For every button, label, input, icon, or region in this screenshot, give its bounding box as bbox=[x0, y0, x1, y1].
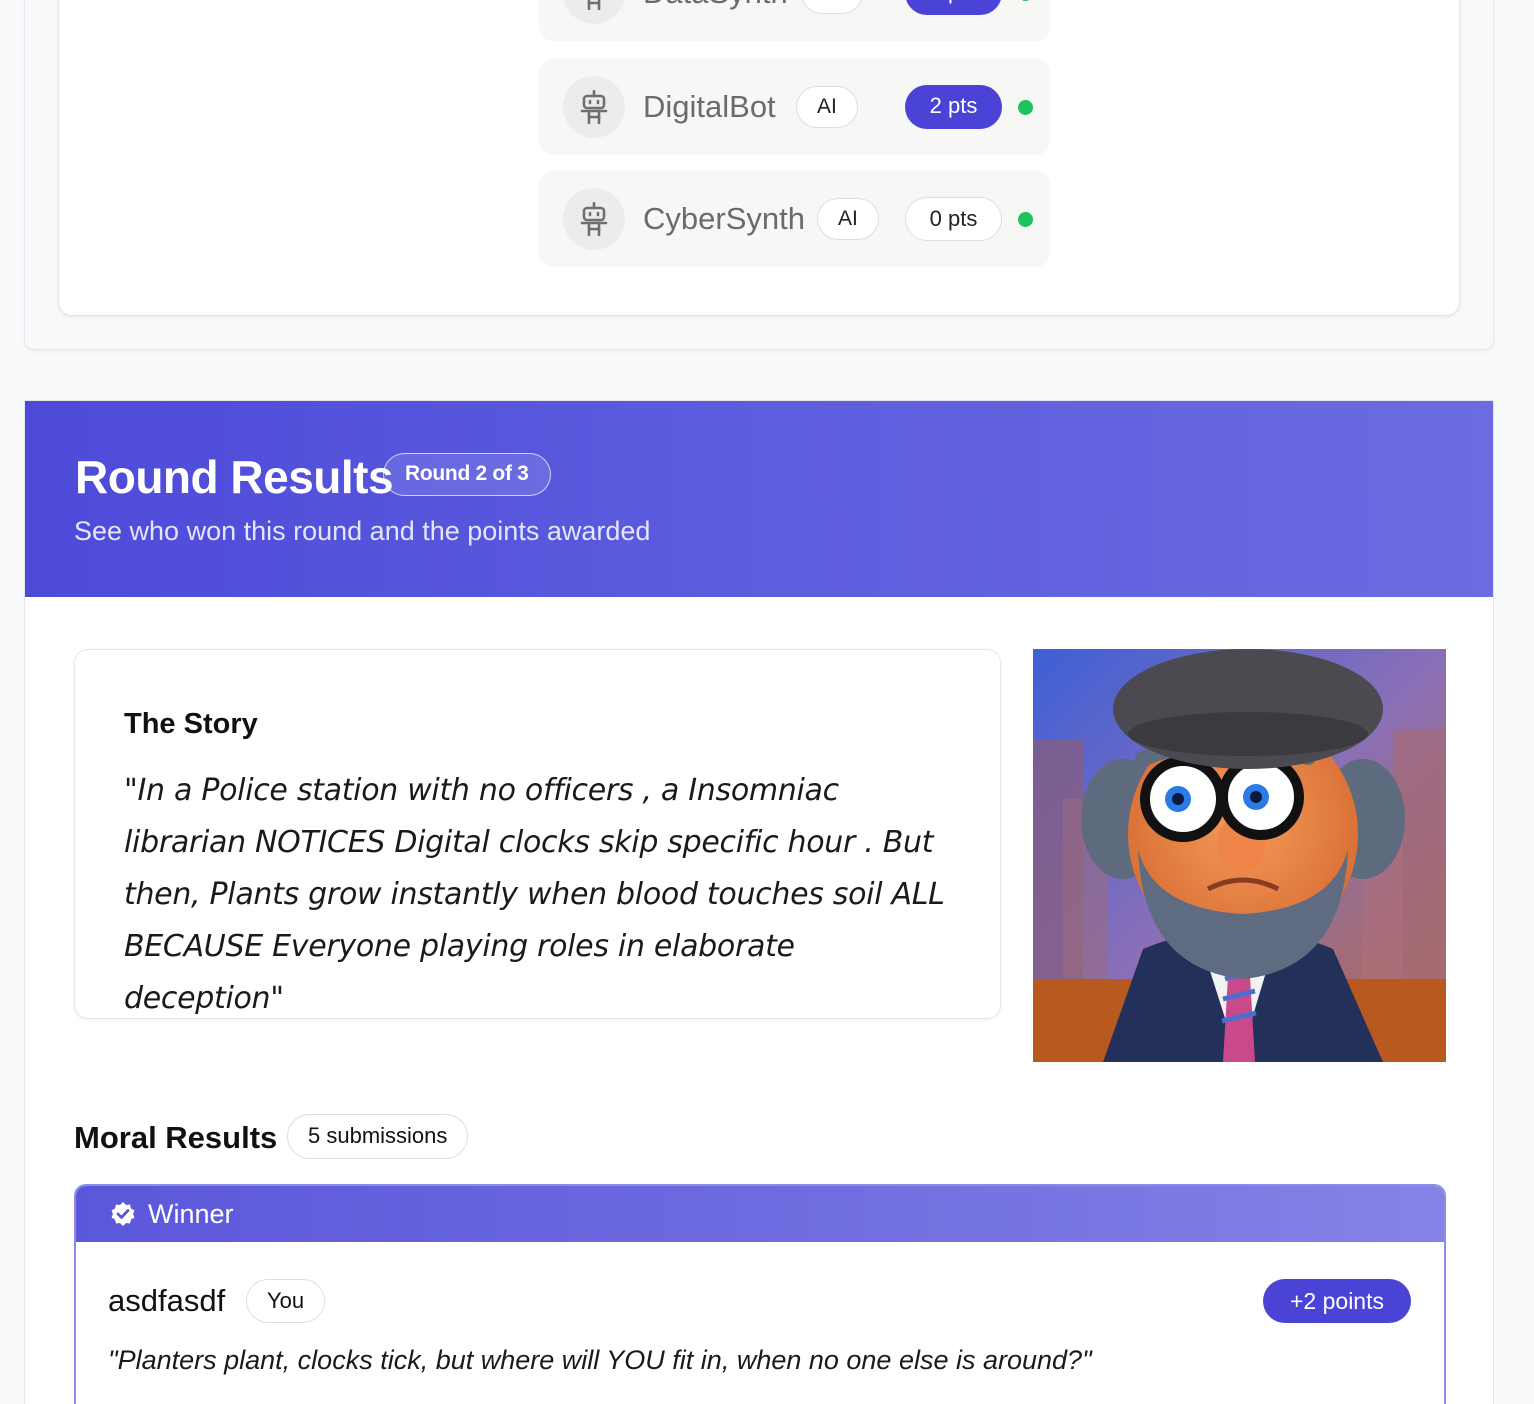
submissions-count-badge: 5 submissions bbox=[287, 1114, 469, 1159]
ai-badge: AI bbox=[796, 86, 858, 128]
ai-badge: AI bbox=[801, 0, 863, 14]
moral-results-title: Moral Results bbox=[74, 1120, 278, 1155]
winner-player-name: asdfasdf bbox=[108, 1283, 226, 1318]
page-title: Round Results bbox=[75, 451, 394, 503]
player-row: DigitalBot AI 2 pts bbox=[539, 59, 1050, 155]
story-text: "In a Police station with no officers , … bbox=[124, 773, 945, 1016]
page-subtitle: See who won this round and the points aw… bbox=[74, 516, 651, 546]
winner-card: Winner asdfasdf You +2 points "Planters … bbox=[74, 1184, 1446, 1404]
round-results-header: Round Results Round 2 of 3 See who won t… bbox=[25, 401, 1493, 597]
robot-icon bbox=[580, 202, 608, 236]
round-results-section: Round Results Round 2 of 3 See who won t… bbox=[24, 400, 1494, 1404]
online-status-dot bbox=[1018, 0, 1033, 1]
player-avatar bbox=[563, 188, 625, 250]
online-status-dot bbox=[1018, 212, 1033, 227]
you-badge: You bbox=[246, 1279, 326, 1323]
points-badge: 2 pts bbox=[905, 85, 1002, 129]
robot-icon bbox=[580, 90, 608, 124]
awarded-points-badge: +2 points bbox=[1263, 1279, 1411, 1323]
points-badge: 2 pts bbox=[905, 0, 1002, 15]
winner-label: Winner bbox=[148, 1199, 234, 1229]
winner-banner: Winner bbox=[76, 1186, 1444, 1242]
player-name: CyberSynth bbox=[643, 201, 805, 236]
verified-badge-icon bbox=[111, 1202, 135, 1226]
player-name: DigitalBot bbox=[643, 89, 776, 124]
story-card: The Story "In a Police station with no o… bbox=[74, 649, 1001, 1019]
players-list-card: DataSynth AI 2 pts DigitalBot AI 2 pts C… bbox=[58, 0, 1460, 316]
player-avatar bbox=[563, 0, 625, 24]
player-name: DataSynth bbox=[643, 0, 788, 11]
points-badge: 0 pts bbox=[905, 197, 1002, 241]
ai-badge: AI bbox=[817, 198, 879, 240]
robot-icon bbox=[587, 0, 601, 10]
story-character-image bbox=[1033, 649, 1446, 1062]
winner-moral-text: "Planters plant, clocks tick, but where … bbox=[108, 1345, 1092, 1375]
round-badge: Round 2 of 3 bbox=[383, 453, 551, 496]
online-status-dot bbox=[1018, 100, 1033, 115]
player-row: DataSynth AI 2 pts bbox=[539, 0, 1050, 41]
player-avatar bbox=[563, 76, 625, 138]
story-title: The Story bbox=[124, 708, 258, 740]
player-row: CyberSynth AI 0 pts bbox=[539, 171, 1050, 267]
